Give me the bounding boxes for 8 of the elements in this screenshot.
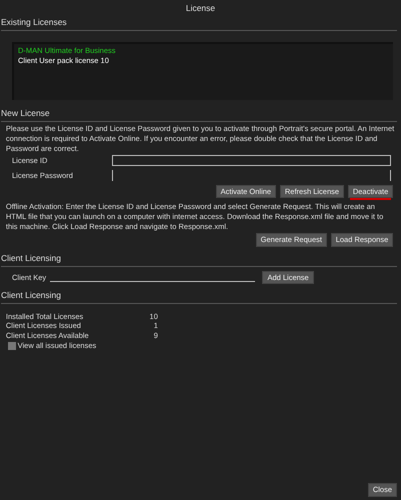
section-heading: Existing Licenses	[1, 15, 397, 32]
checkbox[interactable]	[8, 342, 16, 350]
input-field[interactable]	[112, 155, 391, 166]
input-field[interactable]	[112, 170, 391, 181]
section-heading: Client Licensing	[1, 288, 397, 304]
section-heading: Client Licensing	[1, 250, 397, 267]
window-title: License	[184, 2, 216, 15]
section-heading: New License	[1, 106, 397, 122]
